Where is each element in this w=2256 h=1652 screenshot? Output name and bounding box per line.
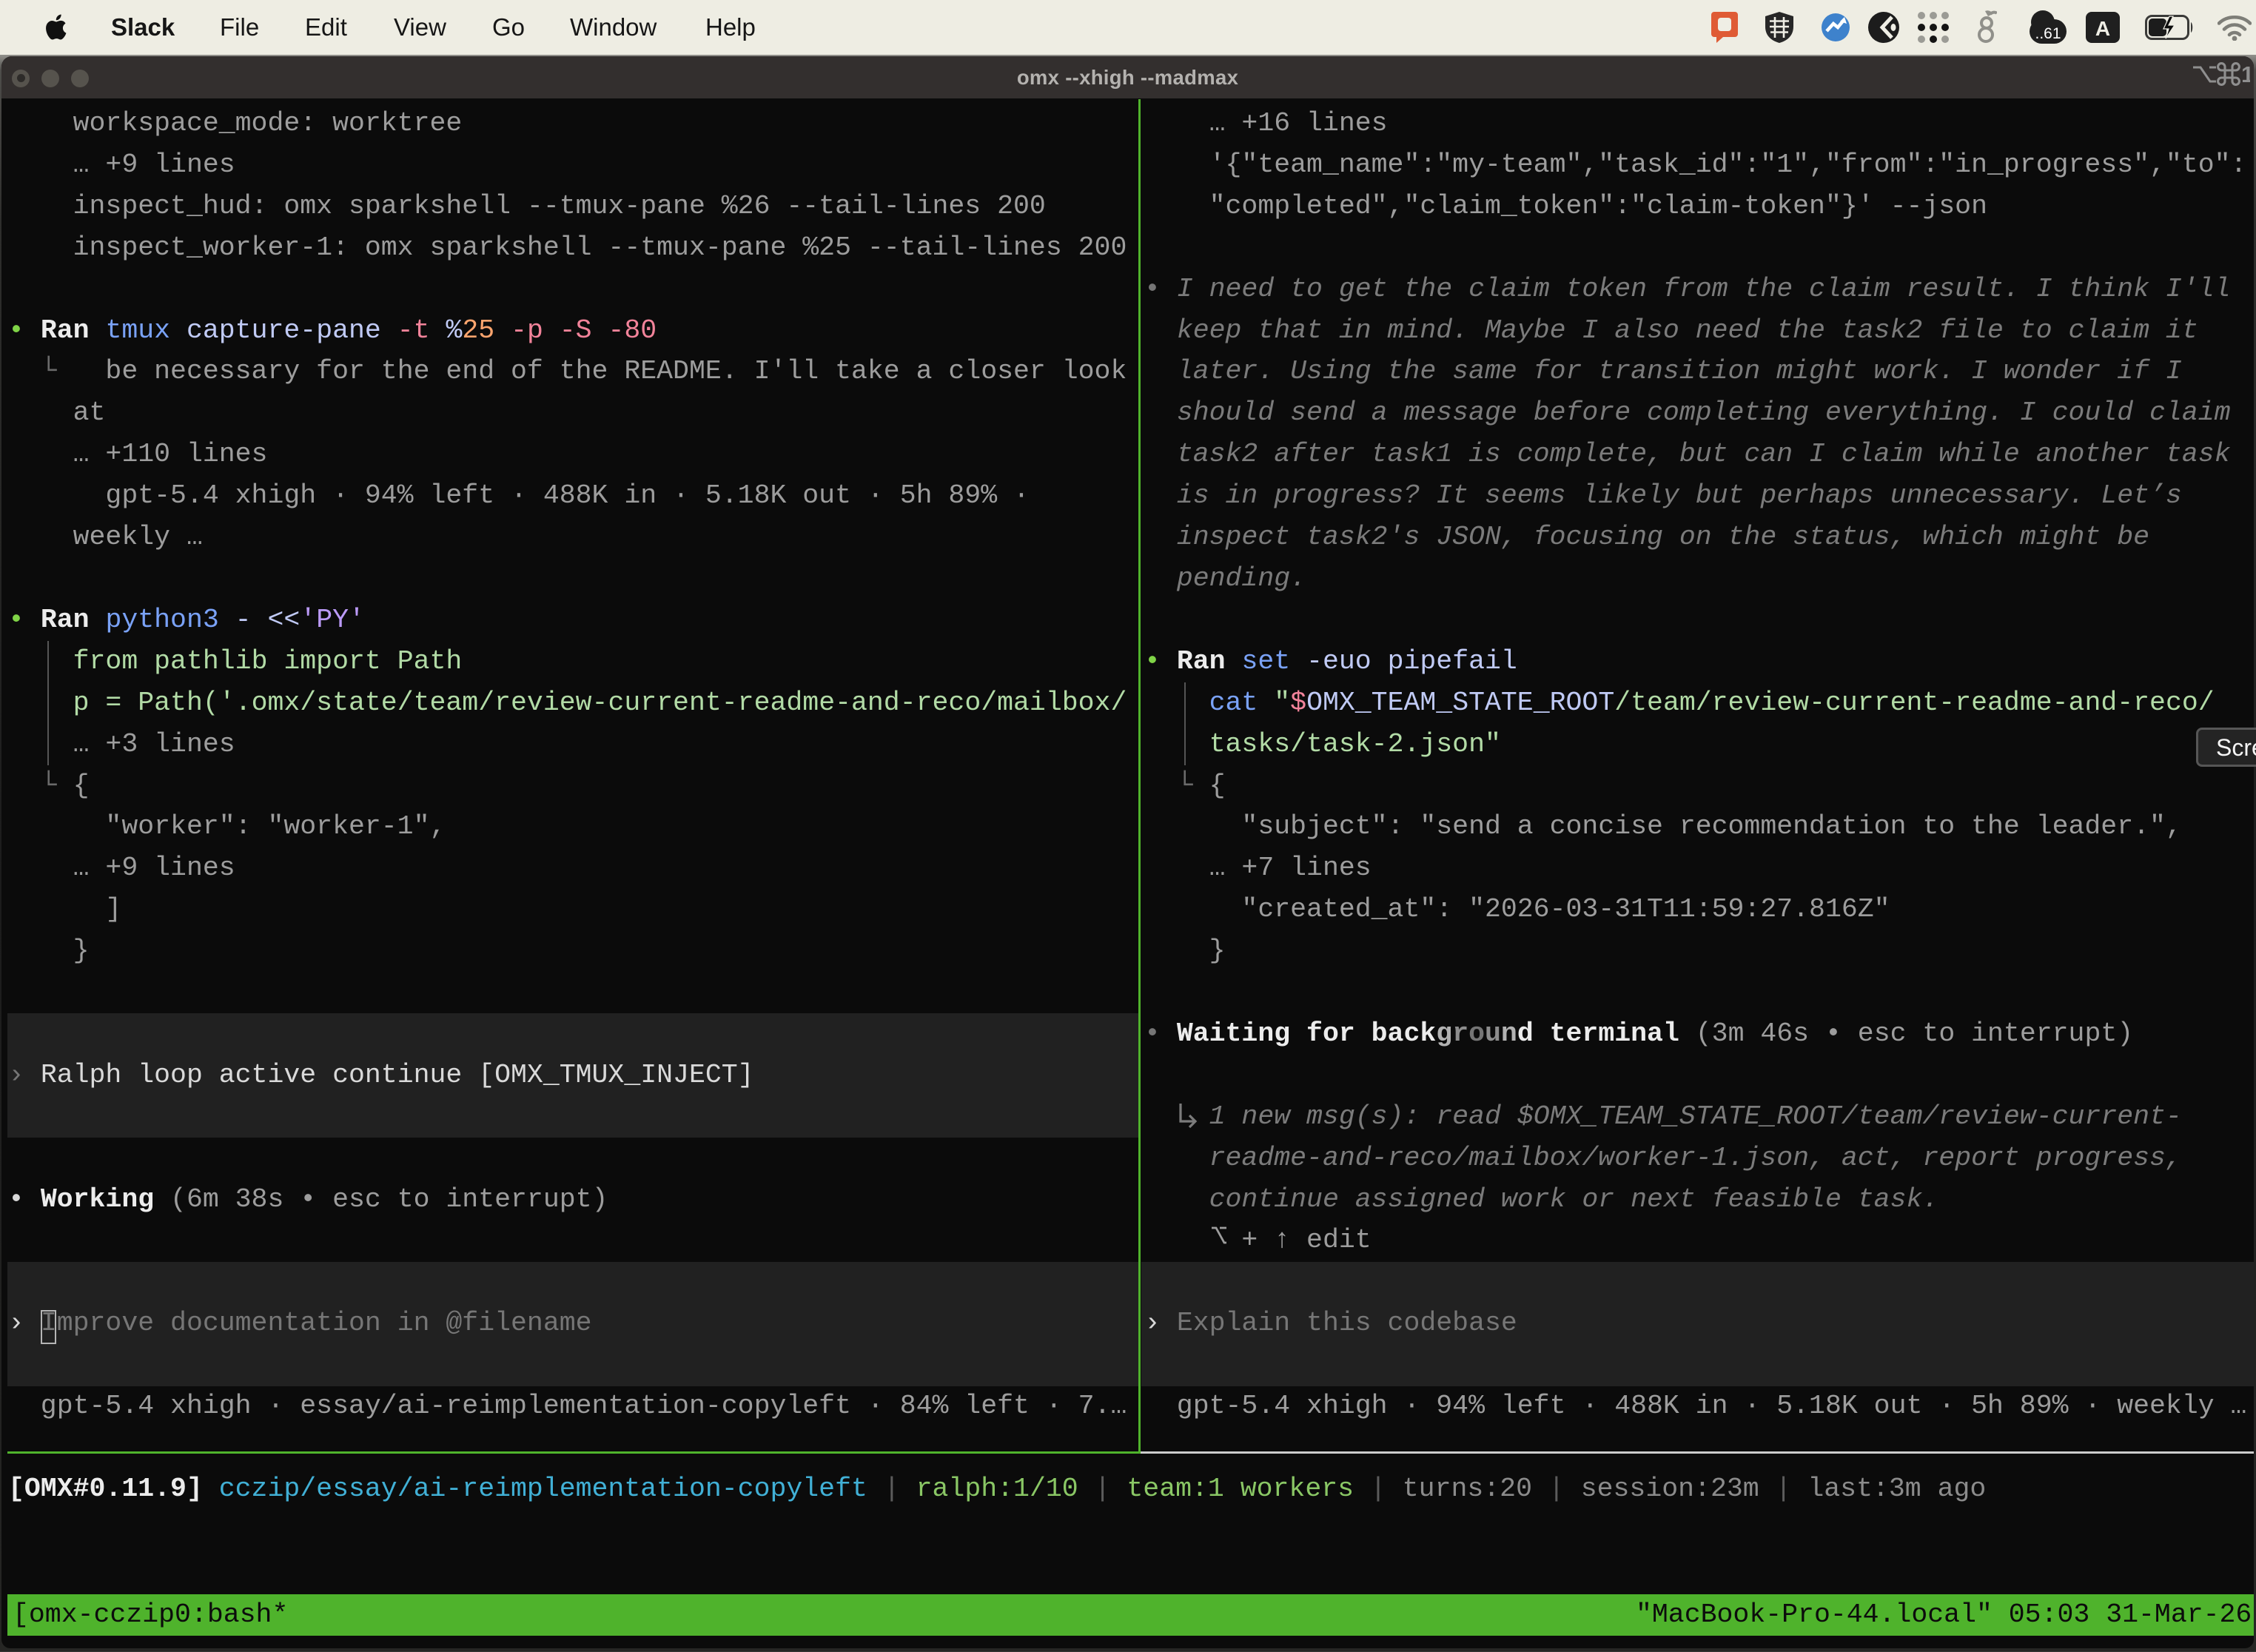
svg-text:1: 1 (2241, 62, 2250, 86)
svg-text:A: A (2095, 17, 2110, 40)
svg-text:..61: ..61 (2035, 25, 2061, 42)
